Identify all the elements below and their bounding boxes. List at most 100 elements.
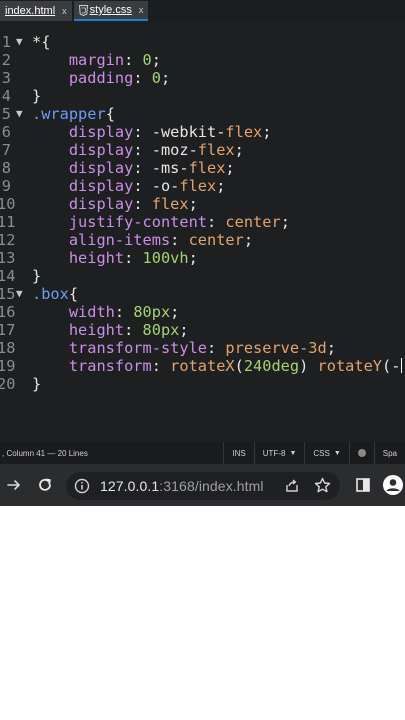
code-token: align-items	[68, 231, 171, 249]
css-file-icon	[78, 4, 88, 16]
code-token: display	[68, 195, 134, 213]
tab-label: index.html	[5, 5, 56, 17]
code-text: margin: 0;	[32, 51, 161, 69]
code-line[interactable]: 18 transform-style: preserve-3d;	[0, 339, 405, 357]
close-icon[interactable]: x	[62, 6, 67, 16]
code-line[interactable]: 2 margin: 0;	[0, 51, 405, 69]
code-line[interactable]: 13 height: 100vh;	[0, 249, 405, 267]
code-line[interactable]: 4}	[0, 87, 405, 105]
fold-arrow-icon[interactable]: ▼	[16, 33, 23, 51]
code-token: :	[133, 69, 152, 87]
code-token: display	[68, 141, 134, 159]
reload-button[interactable]	[28, 464, 62, 506]
code-token: :	[133, 177, 152, 195]
code-token: :	[207, 213, 226, 231]
insert-mode-indicator[interactable]: INS	[223, 442, 253, 464]
code-line[interactable]: 14}	[0, 267, 405, 285]
code-line[interactable]: 12 align-items: center;	[0, 231, 405, 249]
line-number: 8	[1, 159, 11, 177]
chevron-down-icon: ▼	[289, 449, 297, 457]
code-text: .box{	[32, 285, 78, 303]
code-line[interactable]: 19 transform: rotateX(240deg) rotateY(-)	[0, 357, 405, 375]
code-editor[interactable]: 1 ▼ *{2 margin: 0; 3 padding: 0; 4} 5 ▼ .wrappe…	[0, 22, 405, 442]
code-token: *{	[32, 33, 51, 51]
tab-index-html[interactable]: index.html x	[0, 1, 72, 21]
indent-setting[interactable]: Spa	[373, 442, 405, 464]
language-dropdown[interactable]: CSS ▼	[304, 442, 348, 464]
bookmark-star-icon[interactable]	[314, 477, 331, 494]
code-token: transform-style	[68, 339, 207, 357]
code-text: *{	[32, 33, 50, 51]
code-token: 0	[151, 69, 161, 87]
share-icon[interactable]	[284, 478, 300, 494]
code-line[interactable]: 3 padding: 0;	[0, 69, 405, 87]
code-token: :	[124, 321, 143, 339]
line-number: 16	[0, 303, 16, 321]
code-text: }	[32, 87, 41, 105]
code-line[interactable]: 6 display: -webkit-flex;	[0, 123, 405, 141]
code-text: justify-content: center;	[32, 213, 290, 231]
encoding-dropdown[interactable]: UTF-8 ▼	[253, 442, 305, 464]
fold-arrow-icon[interactable]: ▼	[16, 285, 23, 303]
code-token: -o-	[151, 177, 180, 195]
code-token: 100vh	[142, 249, 189, 267]
code-line[interactable]: 8 display: -ms-flex;	[0, 159, 405, 177]
code-token: -ms-	[151, 159, 189, 177]
linter-status[interactable]	[348, 442, 374, 464]
spaces-label: Spa	[382, 448, 397, 458]
code-text: display: -ms-flex;	[32, 159, 235, 177]
arrow-right-icon	[7, 480, 20, 490]
code-token: :	[114, 303, 134, 321]
line-number: 14	[0, 267, 16, 285]
line-number: 7	[1, 141, 11, 159]
code-token: }	[32, 87, 42, 105]
code-token: height	[68, 249, 125, 267]
code-token: :	[133, 141, 152, 159]
code-line[interactable]: 15 ▼ .box{	[0, 285, 405, 303]
code-token: :	[124, 249, 143, 267]
avatar	[382, 475, 403, 495]
code-text: align-items: center;	[32, 231, 253, 249]
code-token: :	[207, 339, 226, 357]
status-dot-icon	[357, 449, 366, 457]
side-panel-button[interactable]	[350, 464, 376, 506]
code-token: ;	[326, 339, 336, 357]
site-info-icon[interactable]	[74, 478, 90, 494]
fold-arrow-icon[interactable]: ▼	[16, 105, 23, 123]
profile-button[interactable]	[380, 464, 405, 506]
code-line[interactable]: 9 display: -o-flex;	[0, 177, 405, 195]
code-line[interactable]: 11 justify-content: center;	[0, 213, 405, 231]
code-line[interactable]: 16 width: 80px;	[0, 303, 405, 321]
line-number: 13	[0, 249, 16, 267]
code-text: transform: rotateX(240deg) rotateY(-)	[32, 357, 405, 375]
code-token: ;	[234, 141, 244, 159]
code-line[interactable]: 20}	[0, 375, 405, 393]
code-token: center	[188, 231, 244, 249]
code-token: ;	[188, 195, 198, 213]
code-line[interactable]: 7 display: -moz-flex;	[0, 141, 405, 159]
url-text: 127.0.0.1:3168/index.html	[100, 478, 264, 494]
code-token: ;	[280, 213, 290, 231]
code-token: display	[68, 123, 134, 141]
line-number: 3	[1, 69, 11, 87]
tab-style-css[interactable]: style.css x	[73, 1, 149, 21]
code-token: 240deg	[243, 357, 300, 375]
url-path: :3168/index.html	[159, 478, 264, 494]
browser-viewport[interactable]	[0, 506, 405, 720]
code-line[interactable]: 17 height: 80px;	[0, 321, 405, 339]
code-token: justify-content	[68, 213, 207, 231]
code-line[interactable]: 10 display: flex;	[0, 195, 405, 213]
close-icon[interactable]: x	[139, 5, 144, 15]
code-token: ;	[262, 123, 272, 141]
code-line[interactable]: 5 ▼ .wrapper{	[0, 105, 405, 123]
line-number: 18	[0, 339, 16, 357]
address-bar[interactable]: 127.0.0.1:3168/index.html	[66, 472, 340, 500]
ins-label: INS	[232, 448, 246, 458]
forward-button[interactable]	[0, 464, 28, 506]
code-line[interactable]: 1 ▼ *{	[0, 33, 405, 51]
